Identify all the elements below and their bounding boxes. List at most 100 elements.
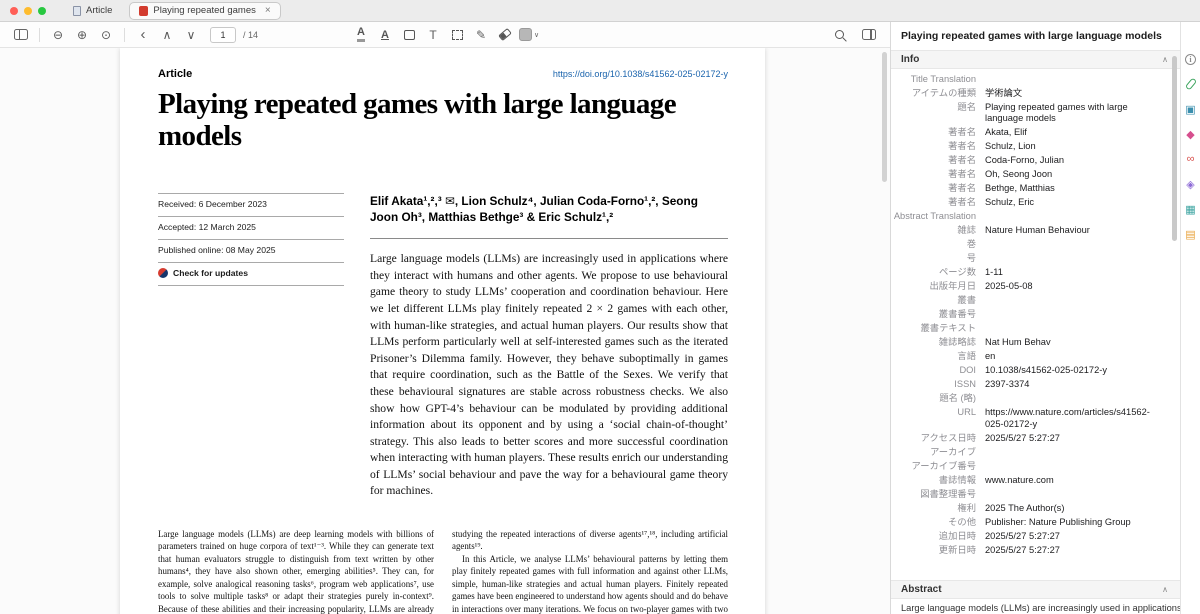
field-value[interactable]: 2397-3374 bbox=[985, 379, 1160, 391]
info-field-row[interactable]: Abstract Translation bbox=[891, 210, 1160, 224]
info-field-row[interactable]: 題名 Playing repeated games with large lan… bbox=[891, 101, 1160, 127]
info-field-row[interactable]: 追加日時 2025/5/27 5:27:27 bbox=[891, 530, 1160, 544]
eraser-tool-button[interactable] bbox=[494, 25, 516, 45]
close-window-button[interactable] bbox=[10, 6, 18, 15]
info-field-row[interactable]: 更新日時 2025/5/27 5:27:27 bbox=[891, 544, 1160, 558]
tools-tab-button[interactable]: ◈ bbox=[1184, 177, 1198, 191]
close-tab-icon[interactable]: × bbox=[265, 5, 271, 16]
preview-tab-button[interactable]: ▦ bbox=[1184, 202, 1198, 216]
info-field-row[interactable]: URL https://www.nature.com/articles/s415… bbox=[891, 406, 1160, 432]
info-field-row[interactable]: アイテムの種類 学術論文 bbox=[891, 87, 1160, 101]
field-value[interactable]: en bbox=[985, 351, 1160, 363]
notes-tab-button[interactable]: ▤ bbox=[1184, 227, 1198, 241]
find-in-document-button[interactable] bbox=[828, 25, 850, 45]
info-field-row[interactable]: 言語 en bbox=[891, 350, 1160, 364]
info-field-row[interactable]: その他 Publisher: Nature Publishing Group bbox=[891, 516, 1160, 530]
related-tab-button[interactable]: ∞ bbox=[1184, 152, 1198, 166]
info-section-label: Info bbox=[901, 53, 920, 65]
field-value[interactable]: 2025/5/27 5:27:27 bbox=[985, 531, 1160, 543]
chevron-up-icon[interactable]: ∧ bbox=[1162, 55, 1168, 64]
info-field-row[interactable]: 著者名 Bethge, Matthias bbox=[891, 182, 1160, 196]
zoom-reset-button[interactable]: ⊙ bbox=[95, 25, 117, 45]
previous-page-button[interactable]: ∧ bbox=[156, 25, 178, 45]
info-field-row[interactable]: 号 bbox=[891, 252, 1160, 266]
info-field-row[interactable]: Title Translation bbox=[891, 73, 1160, 87]
annotation-color-picker[interactable]: ∨ bbox=[518, 25, 540, 45]
info-field-row[interactable]: ISSN 2397-3374 bbox=[891, 378, 1160, 392]
info-field-row[interactable]: 雑誌略誌 Nat Hum Behav bbox=[891, 336, 1160, 350]
info-field-row[interactable]: 叢書テキスト bbox=[891, 322, 1160, 336]
field-value[interactable]: 2025 The Author(s) bbox=[985, 503, 1160, 515]
attachments-tab-button[interactable] bbox=[1184, 77, 1198, 91]
chevron-up-icon[interactable]: ∧ bbox=[1162, 585, 1168, 594]
toggle-sidebar-button[interactable] bbox=[10, 25, 32, 45]
info-field-row[interactable]: 著者名 Oh, Seong Joon bbox=[891, 168, 1160, 182]
info-field-row[interactable]: 著者名 Akata, Elif bbox=[891, 126, 1160, 140]
info-tab-button[interactable]: i bbox=[1184, 52, 1198, 66]
sidebar-toggle-icon bbox=[14, 29, 28, 40]
field-value[interactable]: 学術論文 bbox=[985, 88, 1160, 100]
field-value[interactable]: Schulz, Eric bbox=[985, 197, 1160, 209]
info-field-row[interactable]: 権利 2025 The Author(s) bbox=[891, 502, 1160, 516]
doi-link[interactable]: https://doi.org/10.1038/s41562-025-02172… bbox=[553, 69, 728, 79]
info-field-row[interactable]: 巻 bbox=[891, 238, 1160, 252]
next-page-button[interactable]: ∨ bbox=[180, 25, 202, 45]
info-field-row[interactable]: アーカイブ番号 bbox=[891, 460, 1160, 474]
page-number-input[interactable]: 1 bbox=[210, 26, 236, 43]
field-label: 号 bbox=[966, 253, 976, 264]
pdf-scrollbar[interactable] bbox=[882, 52, 887, 182]
field-value[interactable]: 10.1038/s41562-025-02172-y bbox=[985, 365, 1160, 377]
highlight-tool-button[interactable]: A bbox=[350, 25, 372, 45]
field-value[interactable]: Nature Human Behaviour bbox=[985, 225, 1160, 237]
field-value[interactable]: Coda-Forno, Julian bbox=[985, 155, 1160, 167]
info-section-header[interactable]: Info ∧ bbox=[891, 49, 1180, 69]
field-value[interactable]: 2025/5/27 5:27:27 bbox=[985, 545, 1160, 557]
info-field-row[interactable]: DOI 10.1038/s41562-025-02172-y bbox=[891, 364, 1160, 378]
area-select-tool-button[interactable] bbox=[446, 25, 468, 45]
field-value[interactable]: Schulz, Lion bbox=[985, 141, 1160, 153]
field-value[interactable]: 1-11 bbox=[985, 267, 1160, 279]
zoom-in-button[interactable]: ⊕ bbox=[71, 25, 93, 45]
field-value[interactable]: 2025/5/27 5:27:27 bbox=[985, 433, 1160, 445]
item-pane-scrollbar[interactable] bbox=[1172, 56, 1177, 241]
field-value[interactable]: www.nature.com bbox=[985, 475, 1160, 487]
back-button[interactable]: ‹ bbox=[132, 25, 154, 45]
text-tool-button[interactable]: T bbox=[422, 25, 444, 45]
info-field-row[interactable]: 図書整理番号 bbox=[891, 488, 1160, 502]
note-tool-button[interactable] bbox=[398, 25, 420, 45]
info-field-row[interactable]: アクセス日時 2025/5/27 5:27:27 bbox=[891, 432, 1160, 446]
field-value[interactable]: Bethge, Matthias bbox=[985, 183, 1160, 195]
zoom-out-button[interactable]: ⊖ bbox=[47, 25, 69, 45]
abstract-section-header[interactable]: Abstract ∧ bbox=[891, 580, 1180, 599]
field-value[interactable]: Playing repeated games with large langua… bbox=[985, 102, 1160, 125]
info-field-row[interactable]: 著者名 Schulz, Eric bbox=[891, 196, 1160, 210]
info-field-row[interactable]: アーカイブ bbox=[891, 446, 1160, 460]
info-field-row[interactable]: 雑誌 Nature Human Behaviour bbox=[891, 224, 1160, 238]
info-field-row[interactable]: 書誌情報 www.nature.com bbox=[891, 474, 1160, 488]
fullscreen-window-button[interactable] bbox=[38, 6, 46, 15]
field-value[interactable]: Akata, Elif bbox=[985, 127, 1160, 139]
field-value[interactable]: https://www.nature.com/articles/s41562-0… bbox=[985, 407, 1160, 430]
info-field-row[interactable]: 叢書 bbox=[891, 294, 1160, 308]
field-value[interactable]: 2025-05-08 bbox=[985, 281, 1160, 293]
tab-reader[interactable]: Playing repeated games × bbox=[129, 1, 281, 20]
info-field-row[interactable]: 出版年月日 2025-05-08 bbox=[891, 280, 1160, 294]
minimize-window-button[interactable] bbox=[24, 6, 32, 15]
info-field-row[interactable]: 著者名 Coda-Forno, Julian bbox=[891, 154, 1160, 168]
underline-tool-button[interactable]: A bbox=[374, 25, 396, 45]
tab-library[interactable]: Article bbox=[64, 2, 121, 20]
info-field-row[interactable]: 題名 (略) bbox=[891, 392, 1160, 406]
annotations-tab-button[interactable]: ▣ bbox=[1184, 102, 1198, 116]
field-value[interactable]: Nat Hum Behav bbox=[985, 337, 1160, 349]
field-label: 叢書テキスト bbox=[920, 323, 976, 334]
info-field-row[interactable]: 叢書番号 bbox=[891, 308, 1160, 322]
info-field-row[interactable]: 著者名 Schulz, Lion bbox=[891, 140, 1160, 154]
field-value[interactable]: Publisher: Nature Publishing Group bbox=[985, 517, 1160, 529]
check-for-updates-badge[interactable]: Check for updates bbox=[158, 261, 344, 286]
tags-tab-button[interactable]: ◆ bbox=[1184, 127, 1198, 141]
info-field-row[interactable]: ページ数 1-11 bbox=[891, 266, 1160, 280]
pdf-viewport[interactable]: Article https://doi.org/10.1038/s41562-0… bbox=[0, 48, 890, 614]
draw-tool-button[interactable]: ✎ bbox=[470, 25, 492, 45]
toggle-context-pane-button[interactable] bbox=[858, 25, 880, 45]
field-value[interactable]: Oh, Seong Joon bbox=[985, 169, 1160, 181]
